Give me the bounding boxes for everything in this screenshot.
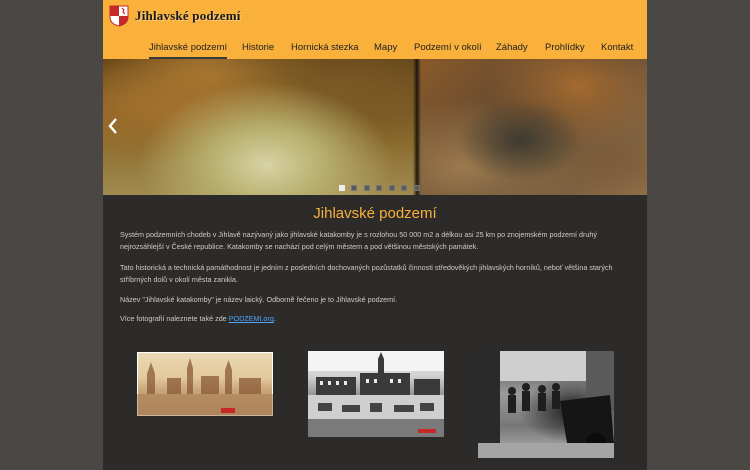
thumbnail-wartime-street-photo[interactable] xyxy=(478,351,614,458)
main-content: Jihlavské podzemí Systém podzemních chod… xyxy=(103,195,647,470)
nav-item-hornicka-stezka[interactable]: Hornická stezka xyxy=(291,42,359,53)
main-nav: Jihlavské podzemí Historie Hornická stez… xyxy=(103,42,647,59)
nav-item-podzemi-v-okoli[interactable]: Podzemí v okolí xyxy=(414,42,482,53)
nav-item-prohlidky[interactable]: Prohlídky xyxy=(545,42,585,53)
slide-divider xyxy=(413,59,421,195)
slider-dots xyxy=(339,178,422,191)
nav-item-kontakt[interactable]: Kontakt xyxy=(601,42,633,53)
slide-image-cave-right xyxy=(417,59,647,195)
name-paragraph: Název "Jihlavské katakomby" je název lai… xyxy=(120,295,398,304)
site-title[interactable]: Jihlavské podzemí xyxy=(135,8,241,24)
thumbnail-town-square-photo[interactable] xyxy=(308,351,444,437)
site-header: Jihlavské podzemí Jihlavské podzemí Hist… xyxy=(103,0,647,59)
slide-image-cave-left xyxy=(103,59,417,195)
slider-dot[interactable] xyxy=(376,185,383,191)
nav-item-mapy[interactable]: Mapy xyxy=(374,42,397,53)
slider-dot[interactable] xyxy=(339,185,345,191)
nav-item-jihlavske-podzemi[interactable]: Jihlavské podzemí xyxy=(149,42,228,59)
slider-dot[interactable] xyxy=(401,185,408,191)
intro-paragraph: Systém podzemních chodeb v Jihlavě nazýv… xyxy=(120,230,598,251)
nav-item-zahady[interactable]: Záhady xyxy=(496,42,528,53)
slider-dot[interactable] xyxy=(351,185,358,191)
more-photos-suffix: . xyxy=(273,314,276,323)
page-heading: Jihlavské podzemí xyxy=(313,205,437,222)
nav-item-historie[interactable]: Historie xyxy=(242,42,274,53)
chevron-left-icon[interactable] xyxy=(107,117,123,137)
history-paragraph: Tato historická a technická památhodnost… xyxy=(120,263,613,284)
more-photos-text: Více fotografií naleznete také zde xyxy=(120,314,227,323)
slider-dot[interactable] xyxy=(413,185,420,191)
page-container: Jihlavské podzemí Jihlavské podzemí Hist… xyxy=(103,0,647,470)
podzemi-org-link[interactable]: PODZEMI.org xyxy=(229,314,274,323)
slider-dot[interactable] xyxy=(363,185,370,191)
coat-of-arms-logo[interactable] xyxy=(109,5,129,27)
thumbnail-historic-town-engraving[interactable] xyxy=(137,352,273,416)
image-slider[interactable] xyxy=(103,59,647,195)
more-photos-paragraph: Více fotografií naleznete také zde PODZE… xyxy=(120,313,630,325)
slider-dot[interactable] xyxy=(388,185,395,191)
